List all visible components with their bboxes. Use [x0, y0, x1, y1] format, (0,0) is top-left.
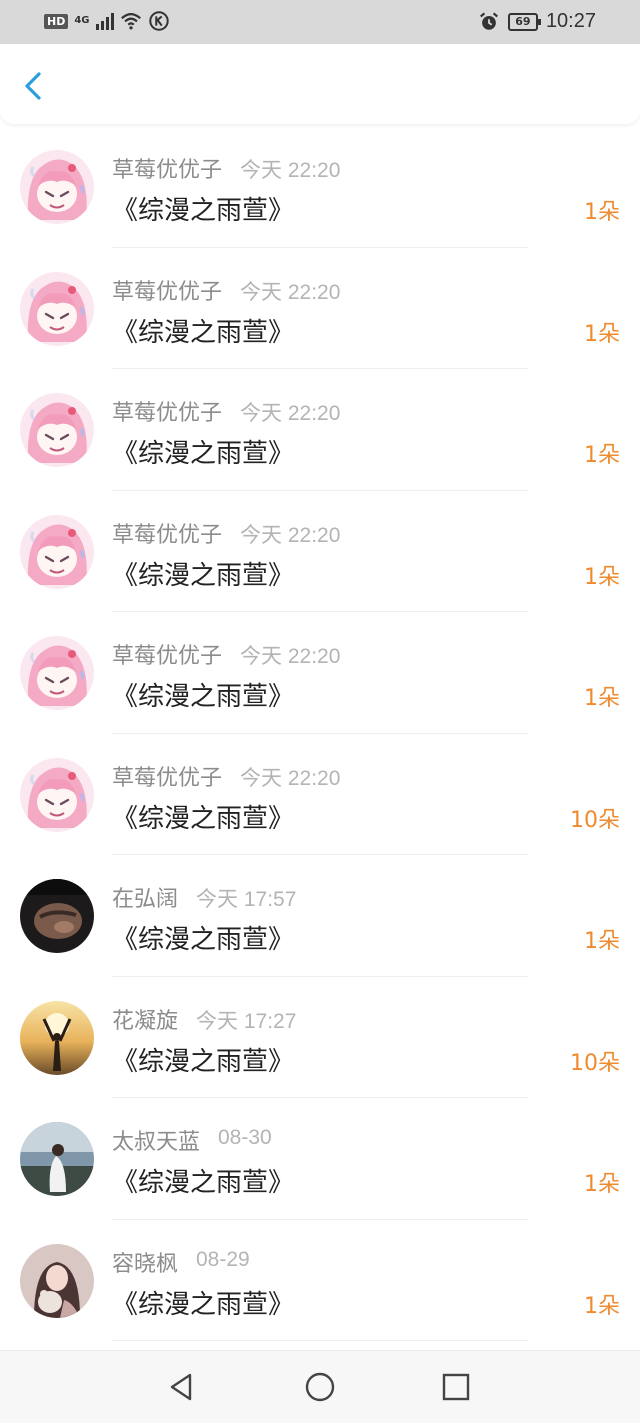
alarm-icon	[479, 11, 498, 30]
sender-name[interactable]: 在弘阔	[112, 881, 178, 913]
hd-badge: HD	[44, 13, 69, 29]
back-triangle-icon[interactable]	[166, 1371, 198, 1403]
list-item[interactable]: 草莓优优子 今天 22:20 《综漫之雨萱》 1朵	[0, 612, 640, 734]
timestamp: 今天 22:20	[240, 159, 341, 182]
flower-count: 1朵	[584, 1172, 620, 1197]
timestamp: 今天 22:20	[240, 280, 341, 304]
avatar[interactable]	[20, 150, 94, 224]
status-right: 69 10:27	[478, 10, 596, 33]
chevron-left-icon[interactable]	[16, 68, 52, 104]
system-nav-bar	[0, 1350, 640, 1423]
list-item[interactable]: 花凝旋 今天 17:27 《综漫之雨萱》 10朵	[0, 977, 640, 1098]
sender-name[interactable]: 草莓优优子	[112, 760, 222, 792]
avatar[interactable]	[20, 271, 94, 346]
flower-count: 1朵	[584, 200, 620, 225]
timestamp: 今天 22:20	[240, 645, 341, 668]
list-item[interactable]: 草莓优优子 今天 22:20 《综漫之雨萱》 1朵	[0, 491, 640, 612]
book-title: 《综漫之雨萱》	[112, 1046, 295, 1077]
flower-count: 1朵	[584, 686, 620, 711]
sender-name[interactable]: 草莓优优子	[112, 274, 222, 306]
timestamp: 今天 22:20	[240, 766, 341, 790]
home-circle-icon[interactable]	[304, 1371, 336, 1403]
status-bar: HD 4G 69 10:27	[0, 0, 640, 44]
flower-count: 1朵	[584, 443, 620, 468]
timestamp: 08-30	[218, 1126, 272, 1149]
list-item[interactable]: 草莓优优子 今天 22:20 《综漫之雨萱》 1朵	[0, 126, 640, 248]
signal-icon	[95, 12, 114, 30]
book-title: 《综漫之雨萱》	[112, 1168, 295, 1198]
list-item[interactable]: 草莓优优子 今天 22:20 《综漫之雨萱》 1朵	[0, 369, 640, 491]
book-title: 《综漫之雨萱》	[112, 925, 295, 955]
avatar[interactable]	[20, 1000, 94, 1075]
book-title: 《综漫之雨萱》	[112, 439, 295, 469]
list-item[interactable]: 在弘阔 今天 17:57 《综漫之雨萱》 1朵	[0, 855, 640, 977]
k-app-icon	[148, 11, 169, 31]
book-title: 《综漫之雨萱》	[112, 560, 295, 591]
battery-icon: 69	[507, 12, 541, 31]
sender-name[interactable]: 花凝旋	[112, 1003, 178, 1035]
recents-square-icon[interactable]	[440, 1371, 472, 1403]
sender-name[interactable]: 草莓优优子	[112, 517, 222, 549]
avatar[interactable]	[20, 757, 94, 832]
flower-count: 10朵	[570, 807, 620, 833]
flower-count: 1朵	[584, 321, 620, 347]
timestamp: 今天 22:20	[240, 523, 341, 547]
timestamp: 今天 22:20	[240, 402, 341, 425]
avatar[interactable]	[20, 393, 94, 467]
sender-name[interactable]: 草莓优优子	[112, 152, 222, 184]
flower-count: 1朵	[584, 929, 620, 954]
avatar[interactable]	[20, 514, 94, 589]
divider	[112, 1340, 528, 1341]
status-left: HD 4G	[44, 10, 170, 32]
avatar[interactable]	[20, 636, 94, 710]
timestamp: 今天 17:27	[196, 1009, 297, 1033]
avatar[interactable]	[20, 1122, 94, 1196]
flower-count: 10朵	[570, 1050, 620, 1076]
list-item[interactable]: 容晓枫 08-29 《综漫之雨萱》 1朵	[0, 1220, 640, 1341]
book-title: 《综漫之雨萱》	[112, 1289, 295, 1320]
flower-count: 1朵	[584, 1293, 620, 1319]
sender-name[interactable]: 太叔天蓝	[112, 1124, 200, 1156]
top-nav-bar	[0, 44, 640, 124]
book-title: 《综漫之雨萱》	[112, 196, 295, 226]
sender-name[interactable]: 草莓优优子	[112, 395, 222, 427]
gift-record-list: 草莓优优子 今天 22:20 《综漫之雨萱》 1朵 草莓优优子 今天 22:20 《综漫之雨…	[0, 126, 640, 1341]
sender-name[interactable]: 草莓优优子	[112, 638, 222, 670]
avatar[interactable]	[20, 1243, 94, 1318]
sender-name[interactable]: 容晓枫	[112, 1246, 178, 1278]
network-type: 4G	[74, 15, 90, 26]
clock: 10:27	[545, 10, 596, 32]
book-title: 《综漫之雨萱》	[112, 317, 295, 348]
wifi-icon	[120, 13, 141, 30]
list-item[interactable]: 草莓优优子 今天 22:20 《综漫之雨萱》 10朵	[0, 734, 640, 855]
flower-count: 1朵	[584, 564, 620, 590]
list-item[interactable]: 草莓优优子 今天 22:20 《综漫之雨萱》 1朵	[0, 248, 640, 369]
list-item[interactable]: 太叔天蓝 08-30 《综漫之雨萱》 1朵	[0, 1098, 640, 1220]
avatar[interactable]	[20, 879, 94, 953]
timestamp: 08-29	[196, 1247, 250, 1271]
book-title: 《综漫之雨萱》	[112, 682, 295, 712]
book-title: 《综漫之雨萱》	[112, 803, 295, 834]
timestamp: 今天 17:57	[196, 888, 297, 911]
